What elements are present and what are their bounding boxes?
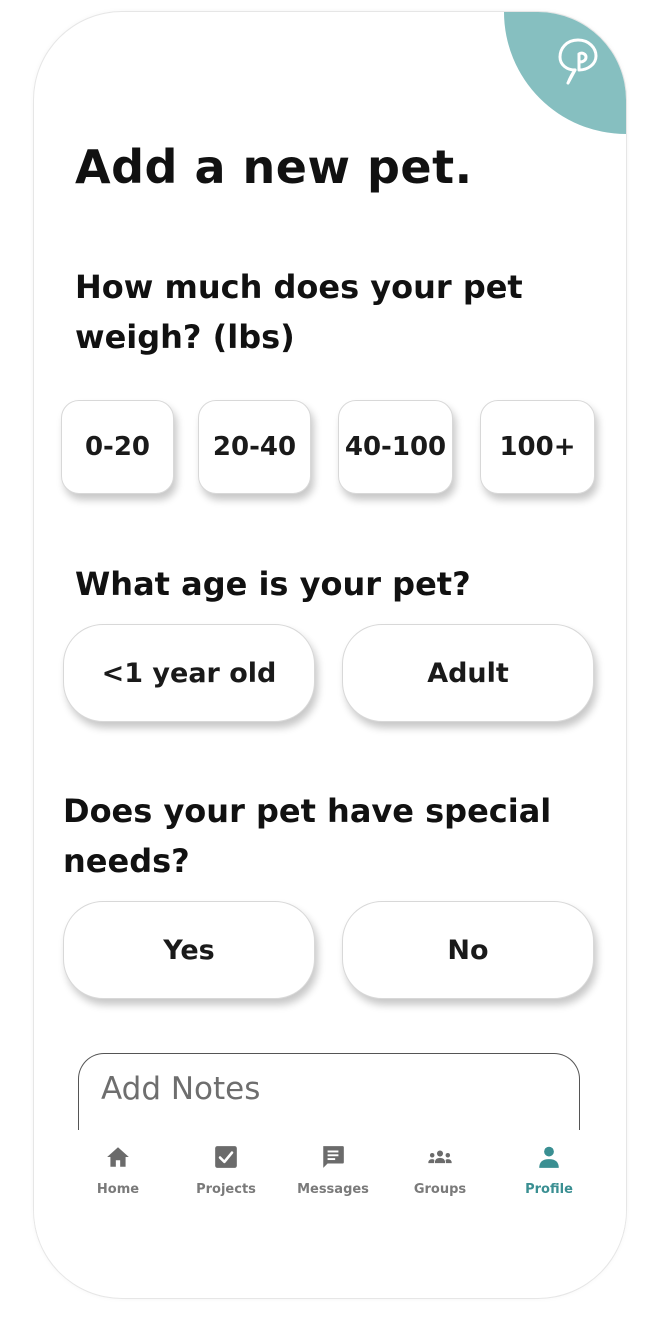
bottom-nav: Home Projects Messages Groups Profile: [34, 1130, 626, 1250]
age-option-under-1[interactable]: <1 year old: [63, 624, 315, 722]
nav-item-messages[interactable]: Messages: [283, 1144, 383, 1197]
weight-option-0-20[interactable]: 0-20: [61, 400, 174, 494]
notes-input[interactable]: [99, 1070, 543, 1108]
special-needs-no-button[interactable]: No: [342, 901, 594, 999]
checkbox-icon: [215, 1146, 237, 1168]
weight-option-20-40[interactable]: 20-40: [198, 400, 311, 494]
nav-item-groups[interactable]: Groups: [390, 1144, 490, 1197]
age-question: What age is your pet?: [75, 565, 471, 603]
weight-question: How much does your pet weigh? (lbs): [75, 268, 523, 356]
groups-icon: [428, 1150, 452, 1164]
nav-item-home[interactable]: Home: [68, 1144, 168, 1197]
weight-option-100-plus[interactable]: 100+: [480, 400, 595, 494]
phone-frame: Add a new pet. How much does your pet we…: [34, 12, 626, 1298]
nav-label-home: Home: [96, 1182, 140, 1197]
nav-label-projects: Projects: [196, 1182, 256, 1197]
nav-label-profile: Profile: [525, 1182, 573, 1197]
nav-label-groups: Groups: [413, 1182, 467, 1197]
person-icon: [539, 1146, 559, 1168]
nav-label-messages: Messages: [297, 1182, 369, 1197]
brand-logo: [504, 12, 626, 134]
home-icon: [107, 1147, 129, 1167]
paw-pin-logo-icon: [558, 38, 598, 85]
nav-item-projects[interactable]: Projects: [176, 1144, 276, 1197]
special-needs-yes-button[interactable]: Yes: [63, 901, 315, 999]
weight-option-40-100[interactable]: 40-100: [338, 400, 453, 494]
page-title: Add a new pet.: [75, 140, 473, 194]
age-option-adult[interactable]: Adult: [342, 624, 594, 722]
message-icon: [323, 1146, 344, 1168]
nav-item-profile[interactable]: Profile: [499, 1144, 599, 1197]
special-needs-question: Does your pet have special needs?: [63, 792, 552, 880]
